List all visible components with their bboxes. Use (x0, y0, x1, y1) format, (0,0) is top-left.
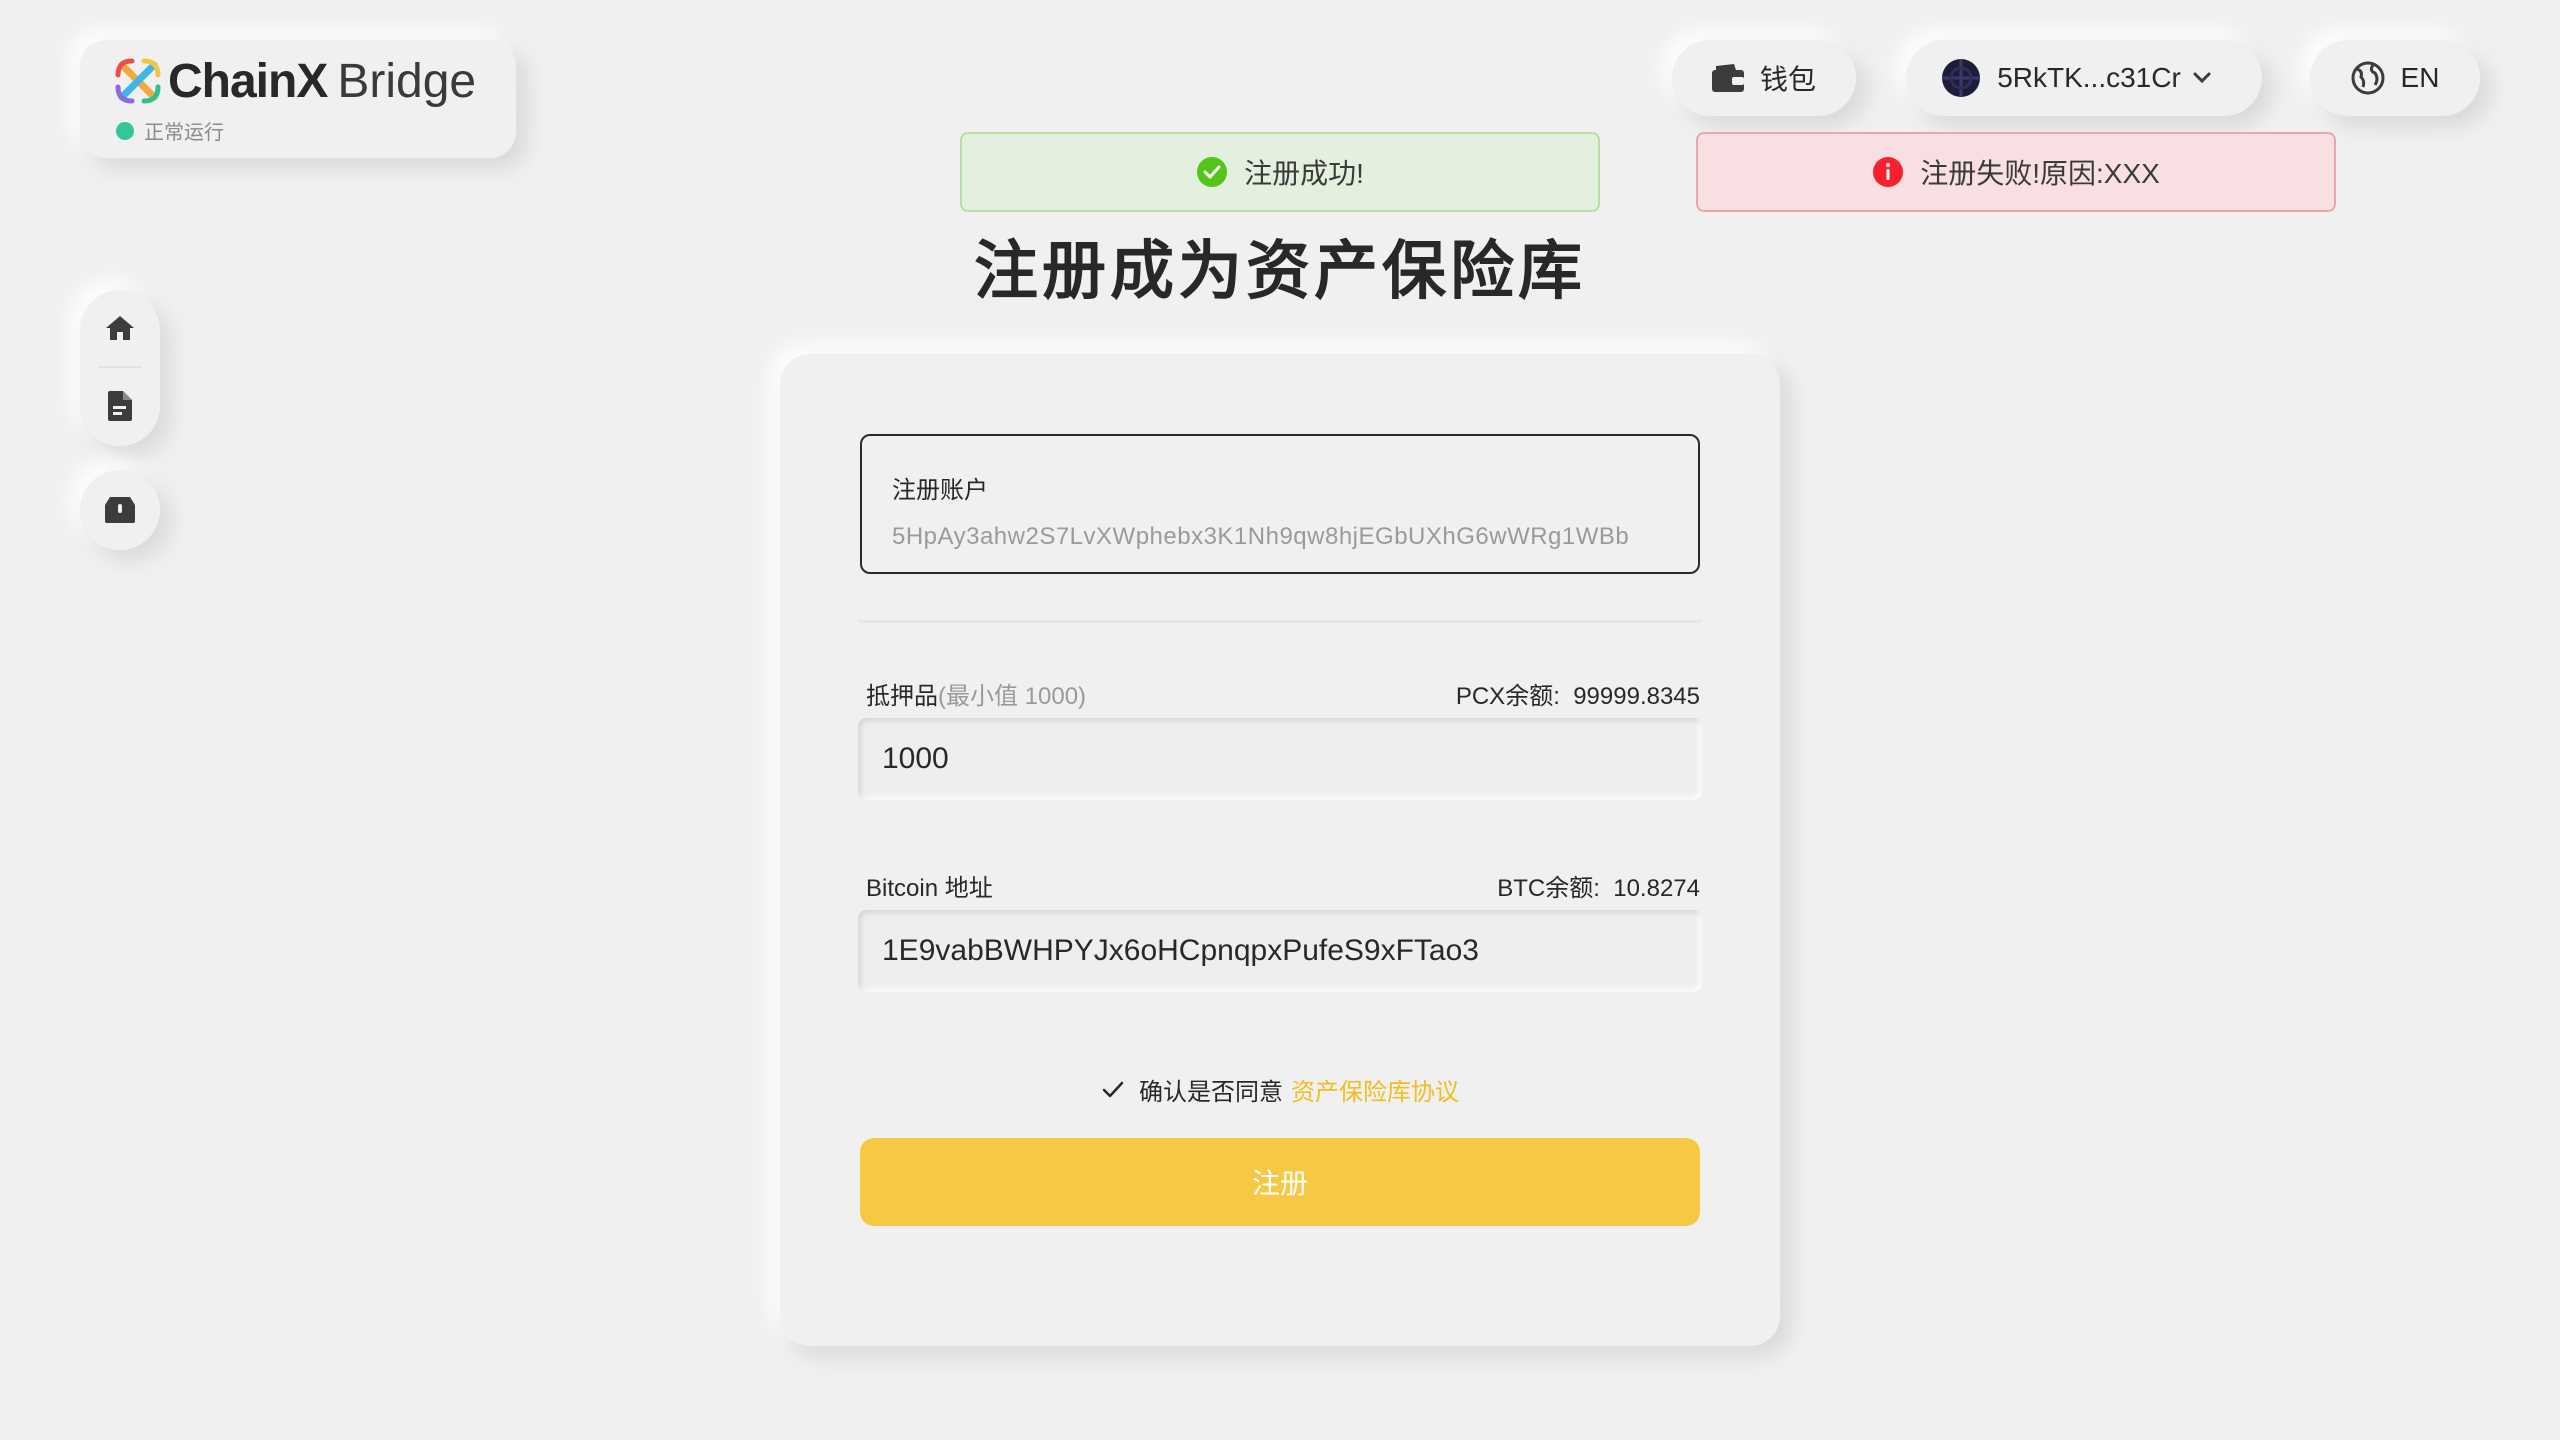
chainx-logo-icon (115, 58, 161, 104)
collateral-header: 抵押品(最小值 1000) PCX余额: 99999.8345 (866, 676, 1700, 711)
wallet-button[interactable]: 钱包 (1672, 40, 1856, 116)
chevron-down-icon (2193, 72, 2211, 84)
logo-card[interactable]: ChainX Bridge 正常运行 (80, 40, 516, 158)
account-field-label: 注册账户 (892, 477, 988, 504)
btc-balance: BTC余额: 10.8274 (1497, 868, 1700, 903)
register-button[interactable]: 注册 (860, 1138, 1700, 1226)
nav-document-button[interactable] (80, 368, 160, 444)
collateral-hint: (最小值 1000) (938, 683, 1087, 710)
language-label: EN (2400, 62, 2440, 93)
document-icon (108, 391, 132, 421)
agreement-checkbox[interactable] (1101, 1080, 1125, 1100)
btc-balance-value: 10.8274 (1613, 875, 1700, 902)
success-text: 注册成功! (1244, 158, 1364, 189)
language-button[interactable]: EN (2310, 40, 2480, 116)
account-address: 5RkTK...c31Cr (1997, 62, 2181, 93)
account-avatar-icon (1942, 59, 1981, 97)
agreement-row: 确认是否同意 资产保险库协议 (780, 1072, 1780, 1107)
pcx-balance: PCX余额: 99999.8345 (1456, 676, 1700, 711)
status-dot-icon (116, 121, 134, 140)
btc-balance-label: BTC余额: (1497, 875, 1600, 902)
collateral-input[interactable] (858, 718, 1702, 800)
btc-address-input[interactable] (858, 910, 1702, 992)
vault-icon (105, 497, 135, 523)
error-alert: 注册失败!原因:XXX (1696, 132, 2336, 212)
logo: ChainX Bridge (112, 54, 516, 108)
registration-form-card: 注册账户 5HpAy3ahw2S7LvXWphebx3K1Nh9qw8hjEGb… (780, 354, 1780, 1346)
check-circle-icon (1197, 157, 1228, 187)
page-title: 注册成为资产保险库 (974, 235, 1586, 307)
registered-account-box[interactable]: 注册账户 5HpAy3ahw2S7LvXWphebx3K1Nh9qw8hjEGb… (860, 434, 1700, 574)
error-circle-icon (1873, 157, 1904, 187)
network-status: 正常运行 (116, 116, 516, 145)
btc-address-header: Bitcoin 地址 BTC余额: 10.8274 (866, 868, 1700, 903)
pcx-balance-value: 99999.8345 (1573, 683, 1700, 710)
brand-name: ChainX (168, 54, 328, 108)
collateral-label: 抵押品 (866, 683, 938, 710)
globe-icon (2351, 61, 2385, 95)
home-icon (106, 316, 134, 340)
collateral-label-group: 抵押品(最小值 1000) (866, 676, 1086, 711)
status-text: 正常运行 (144, 122, 224, 144)
error-text: 注册失败!原因:XXX (1920, 158, 2160, 189)
success-alert: 注册成功! (960, 132, 1600, 212)
account-field-value: 5HpAy3ahw2S7LvXWphebx3K1Nh9qw8hjEGbUXhG6… (892, 523, 1630, 550)
wallet-label: 钱包 (1759, 64, 1816, 95)
pcx-balance-label: PCX余额: (1455, 683, 1560, 710)
side-nav (80, 290, 160, 446)
account-selector[interactable]: 5RkTK...c31Cr (1906, 40, 2262, 116)
btc-address-label: Bitcoin 地址 (866, 875, 993, 902)
wallet-icon (1711, 64, 1744, 92)
form-divider (858, 620, 1702, 623)
vault-agreement-link[interactable]: 资产保险库协议 (1291, 1072, 1459, 1107)
nav-vault-button[interactable] (80, 470, 160, 550)
brand-suffix: Bridge (337, 54, 477, 108)
agreement-text: 确认是否同意 (1139, 1079, 1283, 1106)
